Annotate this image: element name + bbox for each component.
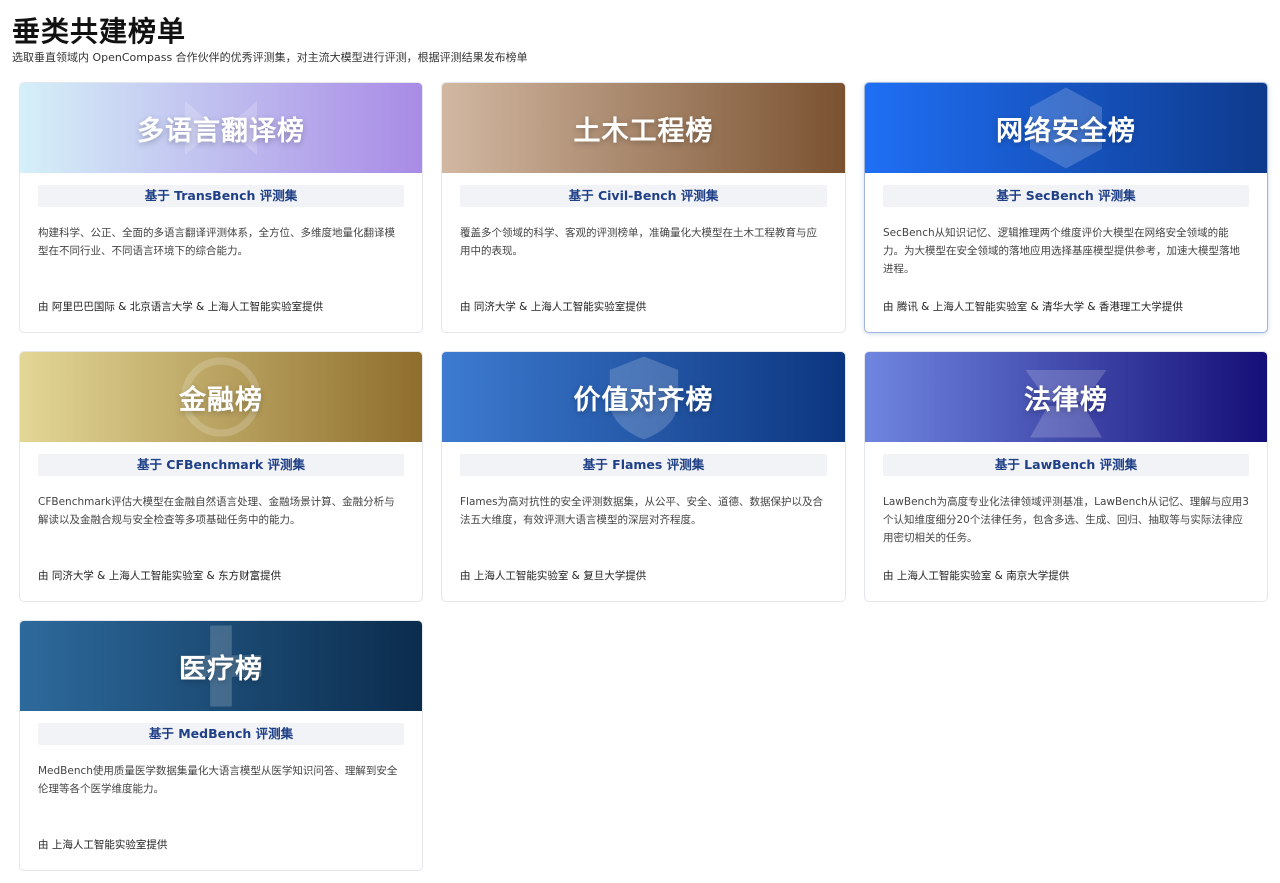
card-description: 覆盖多个领域的科学、客观的评测榜单，准确量化大模型在土木工程教育与应用中的表现。: [460, 227, 817, 257]
card-provider: 由 上海人工智能实验室 & 南京大学提供: [883, 570, 1070, 582]
card-description: LawBench为高度专业化法律领域评测基准，LawBench从记忆、理解与应用…: [883, 496, 1249, 544]
card-banner: 医疗榜: [20, 621, 422, 711]
card-subset-label: 基于 SecBench 评测集: [883, 185, 1249, 207]
card-description: SecBench从知识记忆、逻辑推理两个维度评价大模型在网络安全领域的能力。为大…: [883, 227, 1240, 275]
card-banner: 价值对齐榜: [442, 352, 845, 442]
card-provider: 由 阿里巴巴国际 & 北京语言大学 & 上海人工智能实验室提供: [38, 301, 324, 313]
card-provider: 由 上海人工智能实验室提供: [38, 839, 168, 851]
card-subset-label: 基于 Flames 评测集: [460, 454, 827, 476]
card-provider: 由 同济大学 & 上海人工智能实验室 & 东方财富提供: [38, 570, 282, 582]
card-subset-label: 基于 Civil-Bench 评测集: [460, 185, 827, 207]
card-finance[interactable]: 金融榜 基于 CFBenchmark 评测集 CFBenchmark评估大模型在…: [19, 351, 423, 602]
card-description: Flames为高对抗性的安全评测数据集，从公平、安全、道德、数据保护以及合法五大…: [460, 496, 824, 526]
card-translation[interactable]: 多语言翻译榜 基于 TransBench 评测集 构建科学、公正、全面的多语言翻…: [19, 82, 423, 333]
card-banner: 土木工程榜: [442, 83, 845, 173]
page-title: 垂类共建榜单: [12, 15, 187, 48]
card-value-alignment[interactable]: 价值对齐榜 基于 Flames 评测集 Flames为高对抗性的安全评测数据集，…: [441, 351, 846, 602]
card-subset-label: 基于 MedBench 评测集: [38, 723, 404, 745]
card-subset-label: 基于 TransBench 评测集: [38, 185, 404, 207]
card-title: 金融榜: [179, 384, 263, 416]
card-description: CFBenchmark评估大模型在金融自然语言处理、金融场景计算、金融分析与解读…: [38, 496, 395, 526]
card-provider: 由 腾讯 & 上海人工智能实验室 & 清华大学 & 香港理工大学提供: [883, 301, 1183, 313]
card-banner: 金融榜: [20, 352, 422, 442]
card-banner: 网络安全榜: [865, 83, 1267, 173]
card-title: 价值对齐榜: [573, 384, 714, 416]
card-title: 医疗榜: [179, 653, 263, 685]
card-civil-engineering[interactable]: 土木工程榜 基于 Civil-Bench 评测集 覆盖多个领域的科学、客观的评测…: [441, 82, 846, 333]
page-subtitle: 选取垂直领域内 OpenCompass 合作伙伴的优秀评测集，对主流大模型进行评…: [12, 51, 528, 64]
card-medical[interactable]: 医疗榜 基于 MedBench 评测集 MedBench使用质量医学数据集量化大…: [19, 620, 423, 871]
card-title: 法律榜: [1024, 384, 1108, 416]
card-description: 构建科学、公正、全面的多语言翻译评测体系，全方位、多维度地量化翻译模型在不同行业…: [38, 227, 395, 257]
card-provider: 由 上海人工智能实验室 & 复旦大学提供: [460, 570, 647, 582]
card-banner: 法律榜: [865, 352, 1267, 442]
card-subset-label: 基于 LawBench 评测集: [883, 454, 1249, 476]
card-title: 土木工程榜: [573, 115, 714, 147]
card-title: 多语言翻译榜: [137, 115, 305, 147]
leaderboard-grid: 多语言翻译榜 基于 TransBench 评测集 构建科学、公正、全面的多语言翻…: [19, 82, 1268, 871]
card-subset-label: 基于 CFBenchmark 评测集: [38, 454, 404, 476]
card-banner: 多语言翻译榜: [20, 83, 422, 173]
card-description: MedBench使用质量医学数据集量化大语言模型从医学知识问答、理解到安全伦理等…: [38, 765, 398, 795]
card-cybersecurity[interactable]: 网络安全榜 基于 SecBench 评测集 SecBench从知识记忆、逻辑推理…: [864, 82, 1268, 333]
card-provider: 由 同济大学 & 上海人工智能实验室提供: [460, 301, 647, 313]
card-law[interactable]: 法律榜 基于 LawBench 评测集 LawBench为高度专业化法律领域评测…: [864, 351, 1268, 602]
card-title: 网络安全榜: [996, 115, 1136, 147]
